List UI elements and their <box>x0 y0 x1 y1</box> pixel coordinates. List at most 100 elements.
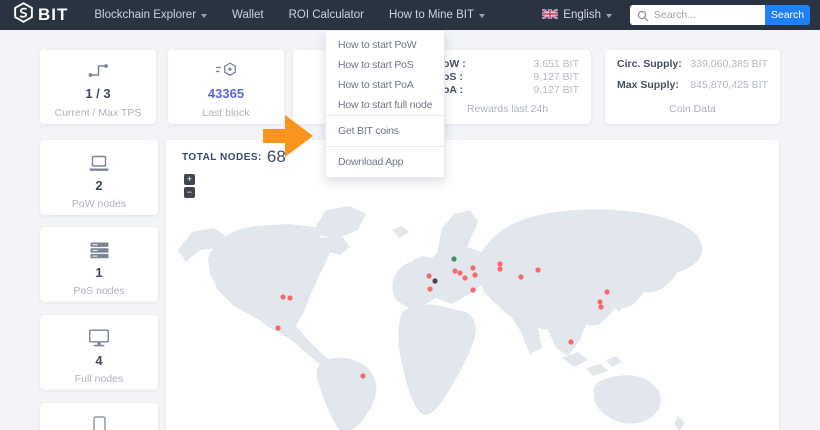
map-landmass <box>208 224 350 366</box>
stat-row-max-supply: Max Supply: 845,870,425 BIT <box>605 79 780 92</box>
map-landmass <box>392 226 409 238</box>
page: BIT Blockchain Explorer Wallet ROI Calcula… <box>0 0 820 430</box>
dropdown-item-get-bit-coins[interactable]: Get BIT coins <box>326 116 444 146</box>
server-icon <box>40 240 158 260</box>
dropdown-item-how-to-start-pos[interactable]: How to start PoS <box>326 55 444 75</box>
red-node-dot[interactable] <box>426 273 432 279</box>
red-node-dot[interactable] <box>604 289 610 295</box>
map-landmass <box>674 416 685 430</box>
stat-row-label: Max Supply: <box>617 79 679 91</box>
stat-row-poa: PoA :9,127 BIT <box>424 84 591 97</box>
red-node-dot[interactable] <box>462 275 468 281</box>
red-node-dot[interactable] <box>427 286 433 292</box>
stat-row-value: 339,060,385 BIT <box>690 58 768 70</box>
tps-value: 1 / 3 <box>85 86 111 101</box>
chevron-down-icon <box>606 13 612 18</box>
rewards-caption: Rewards last 24h <box>466 103 549 115</box>
logo-text: BIT <box>38 5 69 24</box>
red-node-dot[interactable] <box>452 268 458 274</box>
red-node-dot[interactable] <box>597 299 603 305</box>
coin-data-rows: Circ. Supply: 339,060,385 BIT Max Supply: 8… <box>605 58 780 92</box>
red-node-dot[interactable] <box>497 261 503 267</box>
node-label: PoW nodes <box>71 198 127 210</box>
rewards-rows: PoW :3,651 BIT PoS :9,127 BIT PoA :9,127 B… <box>424 58 591 97</box>
uk-flag-icon <box>541 7 559 22</box>
stat-row-circ-supply: Circ. Supply: 339,060,385 BIT <box>605 58 780 71</box>
node-label: Full nodes <box>74 373 124 385</box>
total-nodes-label: TOTAL NODES: <box>182 151 262 163</box>
dropdown-item-how-to-start-full-node[interactable]: How to start full node <box>326 95 444 115</box>
map-zoom-out-button[interactable]: − <box>184 187 195 198</box>
nav-item-label: Blockchain Explorer <box>94 9 197 21</box>
rewards-card: PoW :3,651 BIT PoS :9,127 BIT PoA :9,127 B… <box>424 50 591 124</box>
node-count: 4 <box>95 353 103 368</box>
logo[interactable]: BIT <box>14 2 68 28</box>
language-selector[interactable]: English <box>541 7 612 22</box>
dark-node-dot[interactable] <box>432 278 438 284</box>
tps-label: Current / Max TPS <box>54 107 142 119</box>
map-landmass <box>392 248 492 308</box>
node-card-pow-nodes: 2 PoW nodes <box>40 140 158 215</box>
node-count: 2 <box>95 178 103 193</box>
search-button[interactable]: Search <box>765 5 810 25</box>
navbar-menu: Blockchain Explorer Wallet ROI Calculator H… <box>94 9 485 21</box>
chevron-down-icon <box>201 13 208 18</box>
map-zoom-in-button[interactable]: + <box>184 174 195 185</box>
red-node-dot[interactable] <box>280 294 286 300</box>
node-count: 1 <box>95 265 103 280</box>
nav-item-label: How to Mine BIT <box>388 9 474 21</box>
map-landmass <box>606 356 622 367</box>
red-node-dot[interactable] <box>518 274 524 280</box>
stat-row-label: Circ. Supply: <box>617 58 682 70</box>
network-icon <box>40 60 156 80</box>
node-card-partial <box>40 403 158 430</box>
navbar-right: English Search <box>541 0 810 30</box>
map-landmass <box>316 206 366 238</box>
block-icon <box>168 60 284 80</box>
map-zoom-controls: + − <box>184 174 195 198</box>
dropdown-group: Get BIT coins <box>326 115 445 146</box>
red-node-dot[interactable] <box>535 267 541 273</box>
map-landmass <box>594 375 662 424</box>
node-label: PoS nodes <box>73 285 125 297</box>
stat-row-value: 9,127 BIT <box>533 84 579 96</box>
dropdown-item-download-app[interactable]: Download App <box>326 147 444 177</box>
monitor-icon <box>40 328 158 348</box>
navbar: BIT Blockchain Explorer Wallet ROI Calcula… <box>0 0 820 30</box>
green-node-dot[interactable] <box>451 256 457 262</box>
red-node-dot[interactable] <box>275 325 281 331</box>
red-node-dot[interactable] <box>497 266 503 272</box>
map-landmass <box>476 209 703 356</box>
nav-item-how-to-mine-bit[interactable]: How to Mine BIT <box>389 9 485 21</box>
dropdown-group: How to start PoW How to start PoS How to s… <box>326 35 444 115</box>
node-card-pos-nodes: 1 PoS nodes <box>40 227 158 302</box>
tps-card: 1 / 3 Current / Max TPS <box>40 50 156 124</box>
red-node-dot[interactable] <box>568 339 574 345</box>
pointer-arrow <box>263 115 313 157</box>
search-box: Search <box>630 5 810 25</box>
nav-item-blockchain-explorer[interactable]: Blockchain Explorer <box>94 9 208 21</box>
arrow-shape <box>263 115 313 157</box>
red-node-dot[interactable] <box>598 304 604 310</box>
language-label: English <box>563 9 601 21</box>
search-input[interactable] <box>630 5 765 25</box>
map-landmass <box>586 364 608 376</box>
coin-data-card: Circ. Supply: 339,060,385 BIT Max Supply: 8… <box>605 50 780 124</box>
dropdown-item-how-to-start-pow[interactable]: How to start PoW <box>326 35 444 55</box>
red-node-dot[interactable] <box>470 265 476 271</box>
red-node-dot[interactable] <box>287 295 293 301</box>
nav-item-label: Wallet <box>232 9 264 21</box>
map-landmass <box>398 304 476 415</box>
dropdown-item-how-to-start-poa[interactable]: How to start PoA <box>326 75 444 95</box>
nav-item-roi-calculator[interactable]: ROI Calculator <box>289 9 364 21</box>
red-node-dot[interactable] <box>470 287 476 293</box>
laptop-icon <box>40 153 158 173</box>
stat-row-value: 845,870,425 BIT <box>690 79 768 91</box>
dropdown-group: Download App <box>326 146 445 177</box>
red-node-dot[interactable] <box>472 272 478 278</box>
last-block-value[interactable]: 43365 <box>168 86 284 101</box>
red-node-dot[interactable] <box>360 373 366 379</box>
nav-item-wallet[interactable]: Wallet <box>232 9 264 21</box>
how-to-mine-dropdown: How to start PoW How to start PoS How to s… <box>325 30 446 178</box>
red-node-dot[interactable] <box>457 270 463 276</box>
